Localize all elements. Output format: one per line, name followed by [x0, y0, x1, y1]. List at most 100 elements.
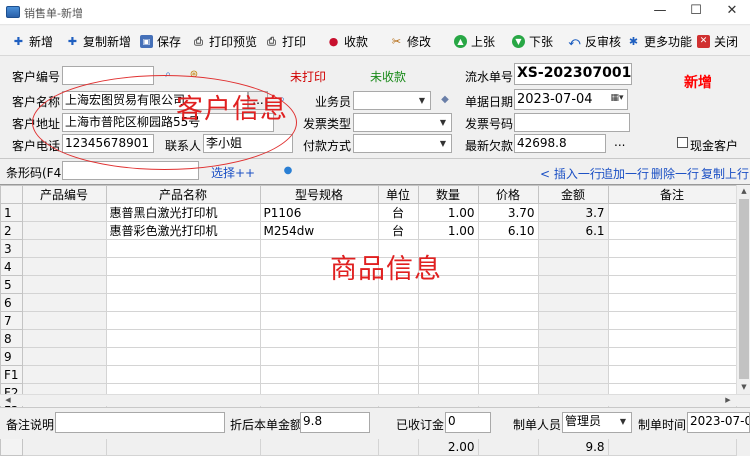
horizontal-scrollbar[interactable]: ◀ ▶	[0, 394, 750, 406]
product-name-cell[interactable]: 惠普黑白激光打印机	[105, 203, 261, 222]
product-code-cell[interactable]	[21, 257, 107, 276]
product-code-cell[interactable]	[21, 365, 107, 384]
refresh-icon[interactable]: ⊛	[188, 69, 200, 81]
close-window-button[interactable]: ✕	[715, 0, 749, 24]
copy-new-button[interactable]: ✚ 复制新增	[66, 30, 131, 52]
doc-date-picker[interactable]: 2023-07-04 ▦▾	[514, 89, 628, 110]
table-row[interactable]: 1 惠普黑白激光打印机 P1106 台 1.00 3.70 3.7	[0, 203, 737, 222]
quantity-cell[interactable]	[417, 239, 479, 258]
remark-cell[interactable]	[607, 239, 737, 258]
vertical-scrollbar[interactable]: ▲ ▼	[736, 185, 750, 395]
insert-row-link[interactable]: < 插入一行	[540, 165, 602, 182]
quantity-cell[interactable]: 1.00	[417, 221, 479, 240]
price-cell[interactable]: 3.70	[477, 203, 539, 222]
table-row[interactable]: 8	[0, 329, 737, 348]
deposit-input[interactable]: 0	[445, 412, 491, 433]
model-cell[interactable]	[259, 311, 379, 330]
contact-input[interactable]: 李小姐	[203, 134, 293, 153]
scroll-thumb[interactable]	[739, 199, 749, 379]
unit-cell[interactable]	[377, 275, 419, 294]
maker-select[interactable]: 管理员 ▼	[562, 412, 632, 433]
address-input[interactable]: 上海市普陀区柳园路55号	[62, 113, 274, 132]
product-name-cell[interactable]	[105, 365, 261, 384]
append-row-link[interactable]: 追加一行	[601, 165, 649, 182]
amount-cell[interactable]	[537, 347, 609, 366]
quantity-cell[interactable]	[417, 293, 479, 312]
customer-picker-button[interactable]: ...	[248, 91, 268, 110]
grid-column-header[interactable]: 单位	[377, 185, 419, 204]
grid-column-header[interactable]: 数量	[417, 185, 479, 204]
model-cell[interactable]	[259, 239, 379, 258]
table-row[interactable]: 6	[0, 293, 737, 312]
unit-cell[interactable]	[377, 257, 419, 276]
scroll-down-icon[interactable]: ▼	[738, 383, 750, 391]
amount-cell[interactable]	[537, 329, 609, 348]
customer-code-input[interactable]	[62, 66, 154, 85]
model-cell[interactable]: M254dw	[259, 221, 379, 240]
amount-cell[interactable]	[537, 275, 609, 294]
amount-cell[interactable]	[537, 311, 609, 330]
amount-cell[interactable]: 3.7	[537, 203, 609, 222]
unit-cell[interactable]	[377, 329, 419, 348]
product-name-cell[interactable]	[105, 329, 261, 348]
product-code-cell[interactable]	[21, 221, 107, 240]
quantity-cell[interactable]	[417, 275, 479, 294]
phone-input[interactable]: 12345678901	[62, 134, 154, 153]
product-code-cell[interactable]	[21, 275, 107, 294]
make-time-input[interactable]: 2023-07-04	[687, 412, 750, 433]
quantity-cell[interactable]	[417, 365, 479, 384]
save-button[interactable]: ▣ 保存	[140, 30, 181, 52]
price-cell[interactable]	[477, 329, 539, 348]
customer-name-input[interactable]: 上海宏图贸易有限公司	[62, 91, 248, 110]
amount-cell[interactable]	[537, 257, 609, 276]
product-name-cell[interactable]	[105, 257, 261, 276]
table-row[interactable]: 9	[0, 347, 737, 366]
copy-prev-row-link[interactable]: 复制上行	[701, 165, 749, 182]
product-code-cell[interactable]	[21, 239, 107, 258]
minimize-button[interactable]: —	[643, 0, 677, 24]
product-name-cell[interactable]	[105, 347, 261, 366]
product-code-cell[interactable]	[21, 329, 107, 348]
amount-cell[interactable]: 6.1	[537, 221, 609, 240]
invoice-no-input[interactable]	[514, 113, 630, 132]
product-name-cell[interactable]	[105, 239, 261, 258]
product-code-cell[interactable]	[21, 311, 107, 330]
product-name-cell[interactable]	[105, 293, 261, 312]
grid-column-header[interactable]: 备注	[607, 185, 737, 204]
globe-icon[interactable]: ●	[282, 165, 294, 177]
price-cell[interactable]	[477, 275, 539, 294]
price-cell[interactable]: 6.10	[477, 221, 539, 240]
price-cell[interactable]	[477, 293, 539, 312]
amount-cell[interactable]	[537, 293, 609, 312]
search-icon[interactable]: ⌕	[276, 94, 288, 106]
remark-cell[interactable]	[607, 365, 737, 384]
remark-cell[interactable]	[607, 221, 737, 240]
unreview-button[interactable]: ⤺ 反审核	[568, 30, 621, 52]
remark-cell[interactable]	[607, 203, 737, 222]
price-cell[interactable]	[477, 365, 539, 384]
remark-cell[interactable]	[607, 293, 737, 312]
quantity-cell[interactable]: 1.00	[417, 203, 479, 222]
grid-column-header[interactable]: 价格	[477, 185, 539, 204]
next-button[interactable]: ▼ 下张	[512, 30, 553, 52]
price-cell[interactable]	[477, 311, 539, 330]
grid-column-header[interactable]: 型号规格	[259, 185, 379, 204]
unit-cell[interactable]	[377, 293, 419, 312]
amount-cell[interactable]	[537, 239, 609, 258]
unit-cell[interactable]	[377, 347, 419, 366]
product-name-cell[interactable]: 惠普彩色激光打印机	[105, 221, 261, 240]
unit-cell[interactable]: 台	[377, 221, 419, 240]
more-functions-button[interactable]: ✱ 更多功能	[627, 30, 692, 52]
search-icon[interactable]: ⌕	[162, 69, 174, 81]
table-row[interactable]: F1	[0, 365, 737, 384]
product-name-cell[interactable]	[105, 275, 261, 294]
select-products-link[interactable]: 选择++	[211, 164, 255, 181]
table-row[interactable]: 7	[0, 311, 737, 330]
grid-column-header[interactable]	[0, 185, 23, 204]
product-name-cell[interactable]	[105, 311, 261, 330]
eraser-icon[interactable]: ◆	[439, 94, 451, 106]
discount-total-input[interactable]: 9.8	[300, 412, 370, 433]
grid-column-header[interactable]: 产品编号	[21, 185, 107, 204]
model-cell[interactable]: P1106	[259, 203, 379, 222]
close-button[interactable]: ✕ 关闭	[697, 30, 738, 52]
